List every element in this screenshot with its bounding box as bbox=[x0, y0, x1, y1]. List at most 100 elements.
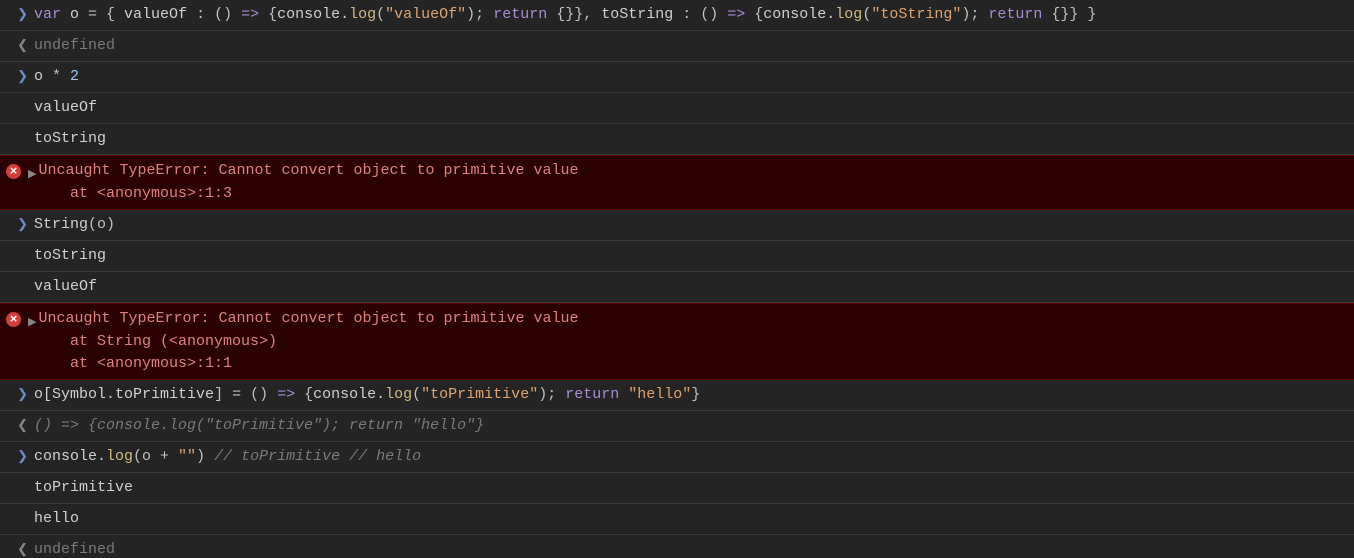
code-token: ( bbox=[376, 6, 385, 23]
code-token: "hello" bbox=[628, 386, 691, 403]
code-token: {}} } bbox=[1042, 6, 1096, 23]
code-token: () => {console.log("toPrimitive"); retur… bbox=[34, 417, 484, 434]
console-input-arrow-icon: ❯ bbox=[17, 68, 28, 86]
console-gutter bbox=[0, 276, 34, 278]
code-token: {}}, bbox=[547, 6, 601, 23]
console-gutter bbox=[0, 97, 34, 99]
code-token: => bbox=[727, 6, 745, 23]
code-token: // toPrimitive // hello bbox=[214, 448, 421, 465]
code-token: var bbox=[34, 6, 70, 23]
console-gutter: ❮ bbox=[0, 35, 34, 55]
error-stack-line: at <anonymous>:1:3 bbox=[34, 183, 1344, 205]
console-gutter bbox=[0, 160, 34, 162]
console-output-arrow-icon: ❮ bbox=[17, 37, 28, 55]
console-row: ❮undefined bbox=[0, 535, 1354, 558]
code-token: => bbox=[241, 6, 259, 23]
console-error-message: ▶Uncaught TypeError: Cannot convert obje… bbox=[34, 160, 1354, 205]
console-return-value: () => {console.log("toPrimitive"); retur… bbox=[34, 415, 1354, 437]
console-input-arrow-icon: ❯ bbox=[17, 6, 28, 24]
console-input-arrow-icon: ❯ bbox=[17, 216, 28, 234]
console-input-code: o[Symbol.toPrimitive] = () => {console.l… bbox=[34, 384, 1354, 406]
code-token: return bbox=[988, 6, 1042, 23]
console-gutter: ❮ bbox=[0, 415, 34, 435]
code-token: toString bbox=[601, 6, 673, 23]
code-token: undefined bbox=[34, 37, 115, 54]
console-row: ❯ o[Symbol.toPrimitive] = () => {console.… bbox=[0, 380, 1354, 411]
devtools-console[interactable]: ❯var o = { valueOf : () => {console.log(… bbox=[0, 0, 1354, 558]
code-token: => bbox=[277, 386, 295, 403]
console-row: ❯var o = { valueOf : () => {console.log(… bbox=[0, 0, 1354, 31]
code-token: valueOf bbox=[124, 6, 187, 23]
code-token: toPrimitive bbox=[115, 386, 214, 403]
code-token: ) bbox=[196, 448, 214, 465]
code-token: hello bbox=[34, 510, 79, 527]
code-token: 2 bbox=[70, 68, 79, 85]
console-row: ❮ undefined bbox=[0, 31, 1354, 62]
code-token: ); bbox=[538, 386, 565, 403]
code-token: toString bbox=[34, 247, 106, 264]
code-token: undefined bbox=[34, 541, 115, 558]
code-token bbox=[619, 386, 628, 403]
console-row: hello bbox=[0, 504, 1354, 535]
console-log-output: toPrimitive bbox=[34, 477, 1354, 499]
console-log-output: toString bbox=[34, 128, 1354, 150]
code-token: "toString" bbox=[871, 6, 961, 23]
code-token: console. bbox=[277, 6, 349, 23]
console-row: ❮ () => {console.log("toPrimitive"); retu… bbox=[0, 411, 1354, 442]
code-token: return bbox=[565, 386, 619, 403]
console-gutter: ❯ bbox=[0, 384, 34, 404]
code-token: * bbox=[52, 68, 70, 85]
console-row: ❯ console.log(o + "") // toPrimitive // h… bbox=[0, 442, 1354, 473]
error-stack-line: at String (<anonymous>) bbox=[34, 331, 1344, 353]
code-token: valueOf bbox=[34, 99, 97, 116]
console-row: toString bbox=[0, 124, 1354, 155]
error-icon bbox=[6, 164, 21, 179]
code-token: ( bbox=[862, 6, 871, 23]
console-return-value: undefined bbox=[34, 35, 1354, 57]
code-token: "valueOf" bbox=[385, 6, 466, 23]
code-token: o[ bbox=[34, 386, 52, 403]
code-token: { bbox=[259, 6, 277, 23]
console-log-output: valueOf bbox=[34, 97, 1354, 119]
console-input-arrow-icon: ❯ bbox=[17, 386, 28, 404]
console-output-arrow-icon: ❮ bbox=[17, 417, 28, 435]
code-token: console. bbox=[313, 386, 385, 403]
code-token: ( bbox=[412, 386, 421, 403]
code-token: "toPrimitive" bbox=[421, 386, 538, 403]
console-input-code: String(o) bbox=[34, 214, 1354, 236]
expand-triangle-icon[interactable]: ▶ bbox=[28, 169, 36, 181]
console-row: toPrimitive bbox=[0, 473, 1354, 504]
error-text: Uncaught TypeError: Cannot convert objec… bbox=[38, 310, 578, 327]
console-error-message: ▶Uncaught TypeError: Cannot convert obje… bbox=[34, 308, 1354, 375]
code-token: (o + bbox=[133, 448, 178, 465]
code-token: (o) bbox=[88, 216, 115, 233]
code-token: "" bbox=[178, 448, 196, 465]
code-token: toString bbox=[34, 130, 106, 147]
expand-triangle-icon[interactable]: ▶ bbox=[28, 317, 36, 329]
console-gutter bbox=[0, 128, 34, 130]
console-gutter: ❮ bbox=[0, 539, 34, 558]
code-token: console. bbox=[763, 6, 835, 23]
code-token: toPrimitive bbox=[34, 479, 133, 496]
code-token: : () bbox=[187, 6, 241, 23]
console-row: valueOf bbox=[0, 272, 1354, 303]
code-token: o bbox=[34, 68, 52, 85]
code-token: = { bbox=[88, 6, 124, 23]
console-gutter bbox=[0, 245, 34, 247]
error-text: Uncaught TypeError: Cannot convert objec… bbox=[38, 162, 578, 179]
code-token: console. bbox=[34, 448, 106, 465]
error-stack-line: at <anonymous>:1:1 bbox=[34, 353, 1344, 375]
console-row: ▶Uncaught TypeError: Cannot convert obje… bbox=[0, 155, 1354, 210]
console-input-code: console.log(o + "") // toPrimitive // he… bbox=[34, 446, 1354, 468]
console-row: valueOf bbox=[0, 93, 1354, 124]
console-gutter: ❯ bbox=[0, 214, 34, 234]
code-token: valueOf bbox=[34, 278, 97, 295]
console-row: ❯ String(o) bbox=[0, 210, 1354, 241]
console-input-arrow-icon: ❯ bbox=[17, 448, 28, 466]
console-gutter: ❯ bbox=[0, 4, 34, 24]
console-row: toString bbox=[0, 241, 1354, 272]
console-gutter: ❯ bbox=[0, 66, 34, 86]
code-token: log bbox=[349, 6, 376, 23]
code-token: { bbox=[295, 386, 313, 403]
console-return-value: undefined bbox=[34, 539, 1354, 558]
